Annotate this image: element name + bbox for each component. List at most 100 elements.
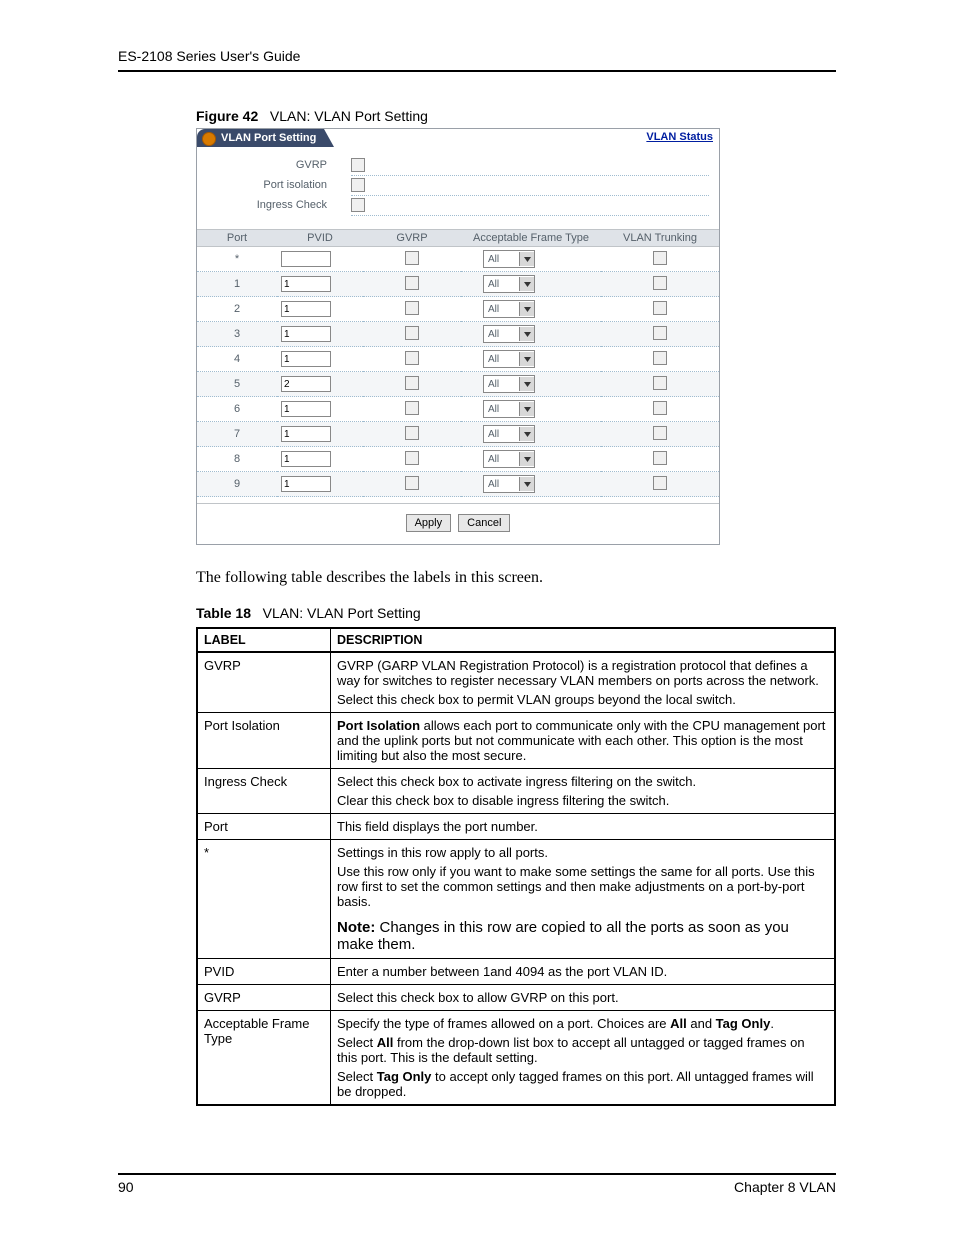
pvid-input[interactable] [281, 476, 331, 492]
chapter-label: Chapter 8 VLAN [734, 1179, 836, 1195]
table-row: 1 All [197, 272, 719, 297]
table-row: 5All [197, 372, 719, 397]
port-cell: 4 [197, 347, 277, 372]
page-number: 90 [118, 1179, 134, 1195]
desc-row: GVRPSelect this check box to allow GVRP … [197, 985, 835, 1011]
desc-text-cell: Port Isolation allows each port to commu… [331, 713, 836, 769]
table-row: 9All [197, 472, 719, 497]
desc-label-cell: GVRP [197, 652, 331, 713]
col-aft: Acceptable Frame Type [461, 230, 601, 247]
vlan-trunking-checkbox[interactable] [653, 251, 667, 265]
header-rule [118, 70, 836, 72]
gvrp-row-checkbox[interactable] [405, 351, 419, 365]
desc-label-cell: Port [197, 814, 331, 840]
desc-label-cell: Acceptable Frame Type [197, 1011, 331, 1106]
chevron-down-icon [519, 252, 534, 266]
desc-text-cell: Select this check box to activate ingres… [331, 769, 836, 814]
pvid-input[interactable] [281, 376, 331, 392]
vlan-trunking-checkbox[interactable] [653, 326, 667, 340]
apply-button[interactable]: Apply [406, 514, 452, 532]
desc-row: Port IsolationPort Isolation allows each… [197, 713, 835, 769]
gvrp-row-checkbox[interactable] [405, 376, 419, 390]
col-pvid: PVID [277, 230, 363, 247]
desc-label-cell: GVRP [197, 985, 331, 1011]
acceptable-frame-type-select[interactable]: All [483, 325, 535, 343]
desc-row: PVIDEnter a number between 1and 4094 as … [197, 959, 835, 985]
gvrp-row-checkbox[interactable] [405, 451, 419, 465]
pvid-input[interactable] [281, 401, 331, 417]
table-row: 6 All [197, 397, 719, 422]
chevron-down-icon [519, 302, 534, 316]
desc-row: PortThis field displays the port number. [197, 814, 835, 840]
acceptable-frame-type-select[interactable]: All [483, 425, 535, 443]
desc-text-cell: GVRP (GARP VLAN Registration Protocol) i… [331, 652, 836, 713]
pvid-input[interactable] [281, 276, 331, 292]
chevron-down-icon [519, 327, 534, 341]
desc-text-cell: Enter a number between 1and 4094 as the … [331, 959, 836, 985]
intro-paragraph: The following table describes the labels… [196, 569, 836, 587]
pvid-input[interactable] [281, 451, 331, 467]
vlan-trunking-checkbox[interactable] [653, 476, 667, 490]
chevron-down-icon [519, 277, 534, 291]
vlan-trunking-checkbox[interactable] [653, 376, 667, 390]
col-trunk: VLAN Trunking [601, 230, 719, 247]
table-row: 3All [197, 322, 719, 347]
pvid-input[interactable] [281, 426, 331, 442]
cancel-button[interactable]: Cancel [458, 514, 510, 532]
acceptable-frame-type-select[interactable]: All [483, 450, 535, 468]
table-row: * All [197, 247, 719, 272]
col-port: Port [197, 230, 277, 247]
table-caption: Table 18 VLAN: VLAN Port Setting [196, 605, 836, 621]
acceptable-frame-type-select[interactable]: All [483, 475, 535, 493]
port-settings-table: Port PVID GVRP Acceptable Frame Type VLA… [197, 229, 719, 497]
acceptable-frame-type-select[interactable]: All [483, 250, 535, 268]
panel-title-tab: VLAN Port Setting [197, 129, 324, 147]
acceptable-frame-type-select[interactable]: All [483, 400, 535, 418]
acceptable-frame-type-select[interactable]: All [483, 275, 535, 293]
gvrp-row-checkbox[interactable] [405, 251, 419, 265]
gvrp-row-checkbox[interactable] [405, 476, 419, 490]
ingress-check-checkbox[interactable] [351, 198, 365, 212]
gvrp-checkbox[interactable] [351, 158, 365, 172]
desc-row: Ingress CheckSelect this check box to ac… [197, 769, 835, 814]
port-cell: 6 [197, 397, 277, 422]
acceptable-frame-type-select[interactable]: All [483, 350, 535, 368]
gvrp-row-checkbox[interactable] [405, 276, 419, 290]
vlan-trunking-checkbox[interactable] [653, 276, 667, 290]
vlan-trunking-checkbox[interactable] [653, 301, 667, 315]
chevron-down-icon [519, 377, 534, 391]
port-isolation-checkbox[interactable] [351, 178, 365, 192]
chevron-down-icon [519, 402, 534, 416]
pvid-input[interactable] [281, 251, 331, 267]
pvid-input[interactable] [281, 351, 331, 367]
chevron-down-icon [519, 352, 534, 366]
desc-label-cell: Port Isolation [197, 713, 331, 769]
acceptable-frame-type-select[interactable]: All [483, 300, 535, 318]
gvrp-row-checkbox[interactable] [405, 426, 419, 440]
gvrp-row-checkbox[interactable] [405, 301, 419, 315]
description-table: LABEL DESCRIPTION GVRPGVRP (GARP VLAN Re… [196, 627, 836, 1106]
gvrp-row-checkbox[interactable] [405, 326, 419, 340]
vlan-trunking-checkbox[interactable] [653, 351, 667, 365]
gvrp-row-checkbox[interactable] [405, 401, 419, 415]
port-cell: 1 [197, 272, 277, 297]
vlan-trunking-checkbox[interactable] [653, 401, 667, 415]
vlan-trunking-checkbox[interactable] [653, 426, 667, 440]
vlan-trunking-checkbox[interactable] [653, 451, 667, 465]
running-head: ES-2108 Series User's Guide [118, 48, 836, 64]
table-row: 4 All [197, 347, 719, 372]
port-cell: 8 [197, 447, 277, 472]
chevron-down-icon [519, 477, 534, 491]
port-cell: * [197, 247, 277, 272]
table-row: 7All [197, 422, 719, 447]
desc-label-cell: * [197, 840, 331, 959]
vlan-status-link[interactable]: VLAN Status [646, 131, 713, 143]
page-footer: 90 Chapter 8 VLAN [118, 1173, 836, 1195]
figure-caption: Figure 42 VLAN: VLAN Port Setting [196, 108, 836, 124]
pvid-input[interactable] [281, 326, 331, 342]
port-cell: 2 [197, 297, 277, 322]
desc-label-cell: Ingress Check [197, 769, 331, 814]
acceptable-frame-type-select[interactable]: All [483, 375, 535, 393]
desc-col-label: LABEL [197, 628, 331, 652]
pvid-input[interactable] [281, 301, 331, 317]
